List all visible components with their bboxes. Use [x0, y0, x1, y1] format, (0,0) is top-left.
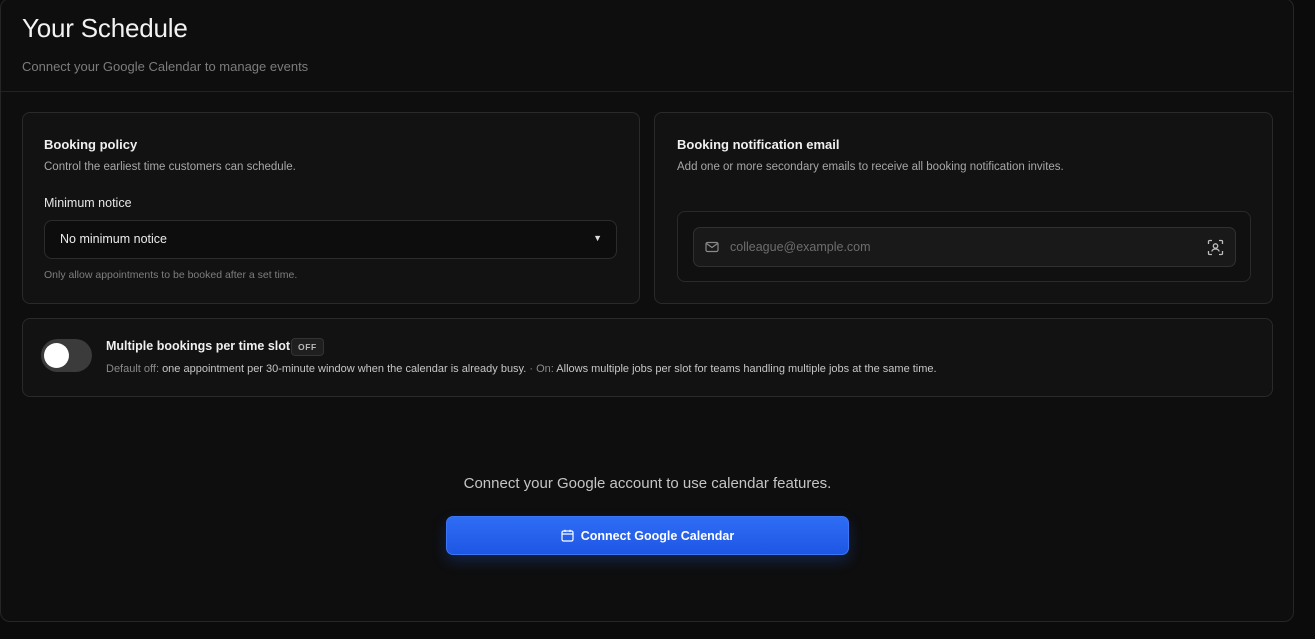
on-label: On: [536, 363, 554, 375]
booking-policy-description: Control the earliest time customers can … [44, 161, 296, 173]
minimum-notice-label: Minimum notice [44, 196, 132, 210]
header-divider [1, 91, 1294, 92]
booking-policy-title: Booking policy [44, 137, 138, 152]
minimum-notice-select[interactable]: No minimum notice ▼ [44, 220, 617, 259]
notification-email-card: Booking notification email Add one or mo… [654, 112, 1273, 304]
page-title: Your Schedule [22, 13, 188, 43]
page-subtitle: Connect your Google Calendar to manage e… [22, 59, 309, 74]
minimum-notice-value: No minimum notice [60, 232, 167, 246]
multiple-bookings-card: Multiple bookings per time slot OFF Defa… [22, 318, 1273, 397]
toggle-knob [44, 343, 69, 368]
schedule-panel: Your Schedule Connect your Google Calend… [0, 0, 1294, 622]
connect-button-label: Connect Google Calendar [580, 528, 735, 543]
notification-email-description: Add one or more secondary emails to rece… [677, 161, 1064, 173]
connect-prompt: Connect your Google account to use calen… [463, 475, 832, 492]
connect-google-calendar-button[interactable]: Connect Google Calendar [446, 516, 849, 555]
notification-email-title: Booking notification email [677, 137, 840, 152]
minimum-notice-hint: Only allow appointments to be booked aft… [44, 269, 298, 281]
email-field-wrapper [693, 227, 1236, 267]
booking-policy-card: Booking policy Control the earliest time… [22, 112, 640, 304]
status-badge: OFF [291, 338, 324, 356]
scan-contact-icon[interactable] [1207, 239, 1224, 256]
default-text: one appointment per 30-minute window whe… [162, 363, 527, 375]
on-text: Allows multiple jobs per slot for teams … [556, 363, 937, 375]
multiple-bookings-toggle[interactable] [41, 339, 92, 372]
multiple-bookings-title: Multiple bookings per time slot [106, 339, 291, 353]
multiple-bookings-description: Default off: one appointment per 30-minu… [106, 363, 937, 375]
separator: · [529, 363, 534, 375]
email-list-container [677, 211, 1251, 282]
caret-down-icon: ▼ [593, 233, 602, 243]
notification-email-input[interactable] [730, 237, 1190, 257]
page-header: Your Schedule Connect your Google Calend… [22, 13, 308, 74]
mail-icon [705, 241, 719, 253]
calendar-icon [561, 529, 574, 542]
default-label: Default off: [106, 363, 159, 375]
